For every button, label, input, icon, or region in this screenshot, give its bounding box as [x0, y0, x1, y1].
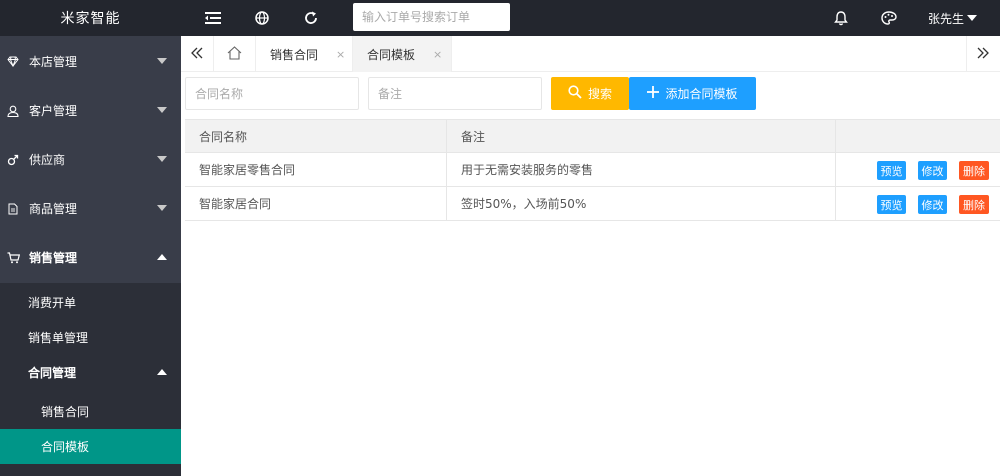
chevron-down-icon [157, 107, 167, 113]
column-header-actions [836, 120, 1000, 152]
remark-cell: 签时50%，入场前50% [447, 187, 836, 220]
refresh-icon[interactable] [296, 0, 326, 36]
menu-toggle-icon[interactable] [198, 0, 228, 36]
sidebar-item-contract-management[interactable]: 合同管理 [0, 355, 181, 390]
close-icon[interactable]: × [433, 48, 442, 61]
delete-button[interactable]: 删除 [959, 195, 989, 214]
sidebar-item-label: 合同模板 [41, 440, 90, 454]
add-contract-template-button[interactable]: 添加合同模板 [629, 77, 756, 110]
tab-home[interactable] [214, 36, 256, 72]
sidebar-item-customer[interactable]: 客户管理 [0, 86, 181, 135]
edit-button[interactable]: 修改 [918, 195, 947, 214]
male-icon [6, 153, 20, 167]
sidebar-item-consume-order[interactable]: 消费开单 [0, 285, 181, 320]
preview-button[interactable]: 预览 [877, 161, 906, 180]
chevron-down-icon [157, 205, 167, 211]
delete-button[interactable]: 删除 [959, 161, 989, 180]
sidebar-item-sales-orders[interactable]: 销售单管理 [0, 320, 181, 355]
chevron-down-icon [157, 156, 167, 162]
search-icon [568, 85, 582, 102]
sidebar-item-label: 销售管理 [29, 251, 78, 265]
sidebar-item-label: 消费开单 [28, 296, 77, 310]
user-menu[interactable]: 张先生 [928, 0, 978, 36]
top-bar: 米家智能 张先生 [0, 0, 1000, 36]
sidebar-item-label: 商品管理 [29, 202, 78, 216]
tab-label: 合同模板 [367, 47, 416, 62]
chevron-down-icon [967, 15, 978, 21]
column-header-name: 合同名称 [185, 120, 447, 152]
app-logo: 米家智能 [0, 0, 181, 36]
user-icon [6, 104, 20, 118]
chevron-up-icon [157, 369, 167, 375]
sidebar-item-label: 客户管理 [29, 104, 78, 118]
tab-contract-template[interactable]: 合同模板 × [353, 36, 452, 72]
sidebar-item-supplier[interactable]: 供应商 [0, 135, 181, 184]
remark-input[interactable] [368, 77, 542, 110]
chevron-up-icon [157, 254, 167, 260]
sidebar: 本店管理 客户管理 供应商 商品管理 销售管理 消费开单 销售单管理 合同管理 … [0, 36, 181, 476]
tabs-scroll-left-button[interactable] [181, 36, 214, 72]
add-button-label: 添加合同模板 [665, 87, 738, 101]
document-icon [6, 202, 20, 216]
search-button[interactable]: 搜索 [551, 77, 629, 110]
column-header-remark: 备注 [447, 120, 836, 152]
order-search-input[interactable] [353, 3, 510, 31]
tab-sales-contract[interactable]: 销售合同 × [256, 36, 353, 72]
sidebar-item-sales[interactable]: 销售管理 [0, 233, 181, 282]
sales-submenu: 消费开单 销售单管理 合同管理 销售合同 合同模板 [0, 283, 181, 476]
home-icon [227, 45, 242, 63]
plus-icon [647, 86, 660, 101]
edit-button[interactable]: 修改 [918, 161, 947, 180]
user-name: 张先生 [928, 11, 965, 26]
contract-name-cell: 智能家居合同 [185, 187, 447, 220]
chevron-down-icon [157, 58, 167, 64]
tabs-scroll-right-button[interactable] [966, 36, 999, 72]
sidebar-item-label: 销售合同 [41, 405, 90, 419]
tab-bar: 销售合同 × 合同模板 × [181, 36, 1000, 72]
sidebar-item-goods[interactable]: 商品管理 [0, 184, 181, 233]
diamond-icon [6, 55, 20, 69]
double-chevron-right-icon [977, 47, 989, 62]
preview-button[interactable]: 预览 [877, 195, 906, 214]
sidebar-item-contract-template[interactable]: 合同模板 [0, 429, 181, 464]
table-header-row: 合同名称 备注 [185, 119, 1000, 153]
cart-icon [6, 251, 20, 265]
sidebar-item-label: 销售单管理 [28, 331, 89, 345]
contract-name-cell: 智能家居零售合同 [185, 153, 447, 186]
bell-icon[interactable] [826, 0, 856, 36]
tab-label: 销售合同 [270, 47, 319, 62]
sidebar-item-sales-contract[interactable]: 销售合同 [0, 394, 181, 429]
theme-palette-icon[interactable] [874, 0, 904, 36]
contract-name-input[interactable] [185, 77, 359, 110]
remark-cell: 用于无需安装服务的零售 [447, 153, 836, 186]
sidebar-item-label: 本店管理 [29, 55, 78, 69]
double-chevron-left-icon [191, 47, 203, 62]
sidebar-item-label: 合同管理 [28, 366, 77, 380]
close-icon[interactable]: × [336, 48, 345, 61]
sidebar-item-label: 供应商 [29, 153, 66, 167]
sidebar-item-store[interactable]: 本店管理 [0, 37, 181, 86]
globe-icon[interactable] [247, 0, 277, 36]
search-button-label: 搜索 [587, 87, 612, 101]
